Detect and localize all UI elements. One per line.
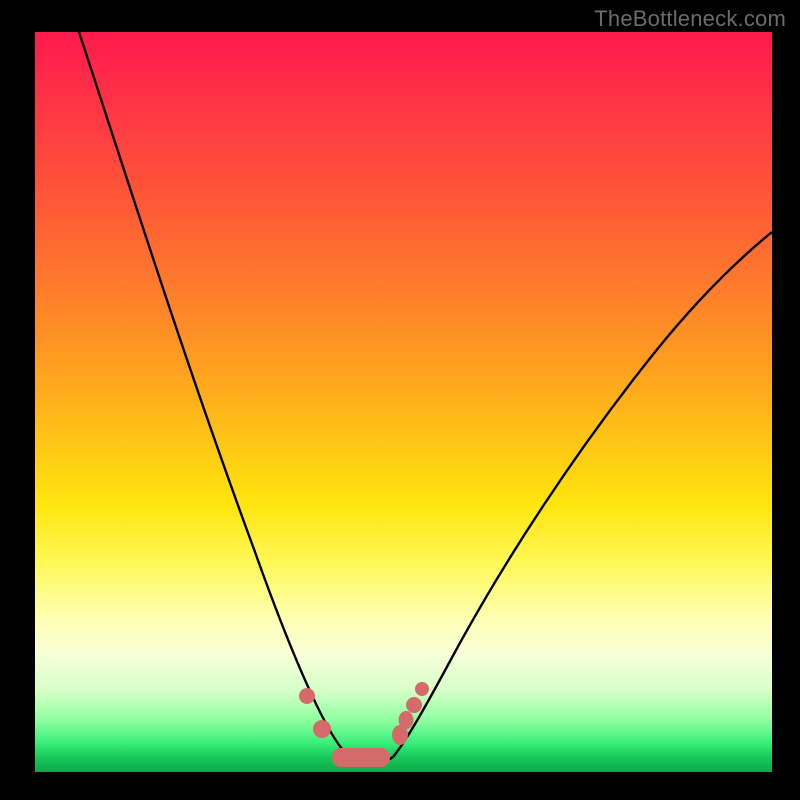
watermark-text: TheBottleneck.com	[594, 6, 786, 32]
marker-dot	[313, 720, 331, 738]
chart-frame: TheBottleneck.com	[0, 0, 800, 800]
curve-left-path	[79, 32, 342, 749]
curve-right-path	[393, 232, 772, 757]
marker-dot	[415, 682, 429, 696]
marker-dot	[299, 688, 315, 704]
valley-bar	[332, 748, 390, 767]
marker-dot	[406, 697, 422, 713]
marker-dot	[399, 711, 414, 729]
bottleneck-curve	[35, 32, 772, 772]
plot-area	[35, 32, 772, 772]
